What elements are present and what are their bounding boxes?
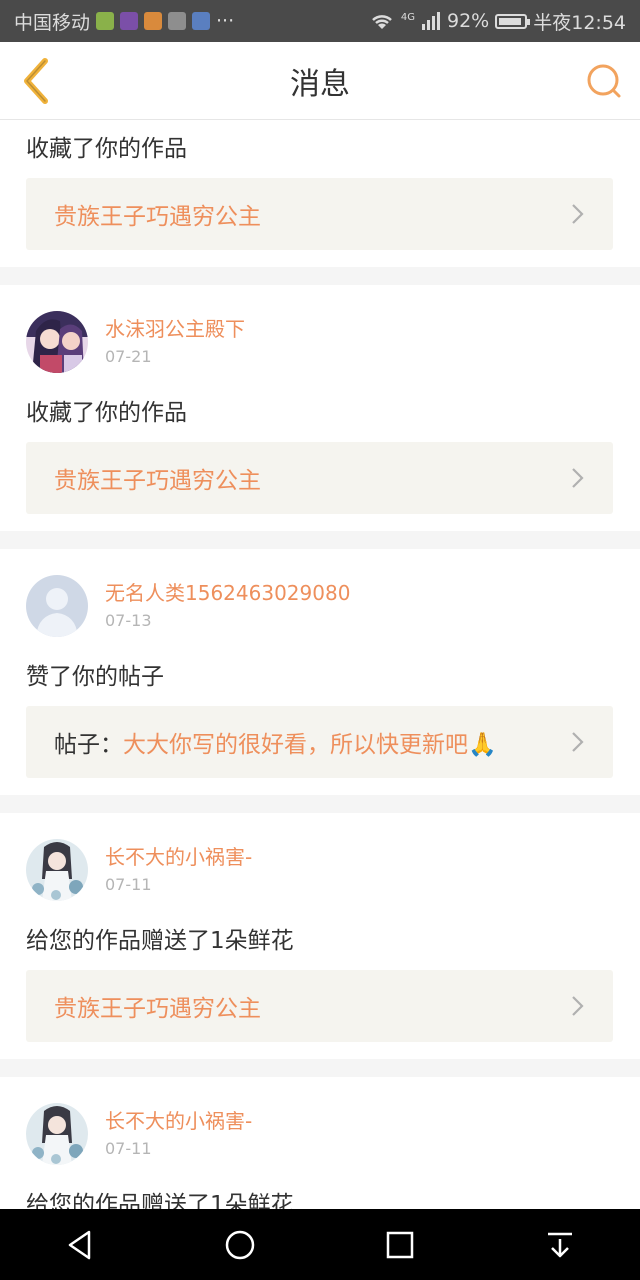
search-icon — [587, 64, 621, 98]
app-notification-icon — [192, 12, 211, 30]
work-link[interactable]: 贵族王子巧遇穷公主 — [26, 178, 613, 250]
more-notifications: ··· — [216, 10, 235, 32]
user-meta: 长不大的小祸害- 07-11 — [105, 844, 252, 897]
work-link[interactable]: 贵族王子巧遇穷公主 — [26, 442, 613, 514]
chevron-right-icon — [572, 732, 584, 752]
clock: 半夜12:54 — [533, 11, 626, 34]
search-button[interactable] — [576, 51, 632, 111]
status-bar: 中国移动 ··· 4G 92% 半夜12:54 — [0, 0, 640, 42]
carrier-name: 中国移动 — [14, 11, 91, 34]
message-date: 07-13 — [105, 610, 152, 630]
app-notification-icon — [144, 12, 163, 30]
anime-avatar-icon — [26, 1103, 88, 1165]
post-link[interactable]: 帖子：大大你写的很好看，所以快更新吧🙏 — [26, 706, 613, 778]
system-nav-bar — [0, 1209, 640, 1280]
network-type: 4G — [400, 11, 415, 23]
message-card: 水沫羽公主殿下 07-21 收藏了你的作品 贵族王子巧遇穷公主 — [0, 285, 640, 531]
user-meta: 水沫羽公主殿下 07-21 — [105, 316, 245, 369]
avatar[interactable] — [26, 311, 88, 373]
user-row: 无名人类1562463029080 07-13 — [26, 575, 350, 637]
work-title: 贵族王子巧遇穷公主 — [54, 996, 261, 1022]
nav-recents-button[interactable] — [360, 1215, 440, 1275]
message-card: 无名人类1562463029080 07-13 赞了你的帖子 帖子：大大你写的很… — [0, 549, 640, 795]
status-right: 4G 92% 半夜12:54 — [369, 8, 626, 35]
avatar[interactable] — [26, 1103, 88, 1165]
user-row: 长不大的小祸害- 07-11 — [26, 1103, 252, 1165]
anime-avatar-icon — [26, 839, 88, 901]
user-meta: 无名人类1562463029080 07-13 — [105, 580, 350, 633]
back-button[interactable] — [8, 51, 64, 111]
message-date: 07-11 — [105, 1138, 152, 1158]
status-left: 中国移动 ··· — [14, 8, 234, 35]
message-card: 收藏了你的作品 贵族王子巧遇穷公主 — [0, 121, 640, 267]
chevron-left-icon — [24, 58, 48, 104]
post-excerpt: 帖子：大大你写的很好看，所以快更新吧🙏 — [54, 725, 571, 759]
message-list[interactable]: 收藏了你的作品 贵族王子巧遇穷公主 水沫羽公主殿下 07-21 收藏了你的作品 … — [0, 121, 640, 1209]
app-notification-icon — [120, 12, 139, 30]
avatar[interactable] — [26, 839, 88, 901]
anime-avatar-icon — [26, 311, 88, 373]
app-header: 消息 — [0, 42, 640, 120]
avatar[interactable] — [26, 575, 88, 637]
nav-home-button[interactable] — [200, 1215, 280, 1275]
user-row: 长不大的小祸害- 07-11 — [26, 839, 252, 901]
work-title: 贵族王子巧遇穷公主 — [54, 468, 261, 494]
user-row: 水沫羽公主殿下 07-21 — [26, 311, 245, 373]
chevron-right-icon — [572, 204, 584, 224]
default-avatar-icon — [26, 575, 88, 637]
username[interactable]: 长不大的小祸害- — [105, 1108, 252, 1134]
nav-back-button[interactable] — [40, 1215, 120, 1275]
work-link[interactable]: 贵族王子巧遇穷公主 — [26, 970, 613, 1042]
notification-pull-icon — [548, 1232, 572, 1257]
recents-square-icon — [386, 1231, 414, 1258]
wifi-icon — [372, 15, 392, 29]
battery-icon — [495, 13, 531, 29]
username[interactable]: 水沫羽公主殿下 — [105, 316, 245, 342]
post-text: 大大你写的很好看，所以快更新吧🙏 — [123, 732, 497, 758]
work-title: 贵族王子巧遇穷公主 — [54, 204, 261, 230]
username[interactable]: 无名人类1562463029080 — [105, 580, 350, 606]
message-card: 长不大的小祸害- 07-11 给您的作品赠送了1朵鲜花 — [0, 1077, 640, 1209]
page-title: 消息 — [290, 66, 350, 102]
message-date: 07-11 — [105, 874, 152, 894]
battery-level-fill — [499, 17, 522, 25]
user-meta: 长不大的小祸害- 07-11 — [105, 1108, 252, 1161]
message-action-text: 给您的作品赠送了1朵鲜花 — [26, 928, 294, 954]
app-notification-icon — [168, 12, 187, 30]
chevron-right-icon — [572, 468, 584, 488]
app-notification-icon — [96, 12, 115, 30]
message-date: 07-21 — [105, 346, 152, 366]
battery-percent: 92% — [447, 10, 490, 32]
chevron-right-icon — [572, 996, 584, 1016]
post-prefix: 帖子： — [54, 732, 123, 758]
home-circle-icon — [225, 1230, 255, 1259]
message-action-text: 收藏了你的作品 — [26, 400, 187, 426]
message-action-text: 给您的作品赠送了1朵鲜花 — [26, 1192, 294, 1209]
back-triangle-icon — [68, 1230, 91, 1259]
message-card: 长不大的小祸害- 07-11 给您的作品赠送了1朵鲜花 贵族王子巧遇穷公主 — [0, 813, 640, 1059]
nav-notification-button[interactable] — [520, 1215, 600, 1275]
username[interactable]: 长不大的小祸害- — [105, 844, 252, 870]
message-action-text: 收藏了你的作品 — [26, 136, 187, 162]
signal-icon — [422, 12, 440, 30]
message-action-text: 赞了你的帖子 — [26, 664, 164, 690]
